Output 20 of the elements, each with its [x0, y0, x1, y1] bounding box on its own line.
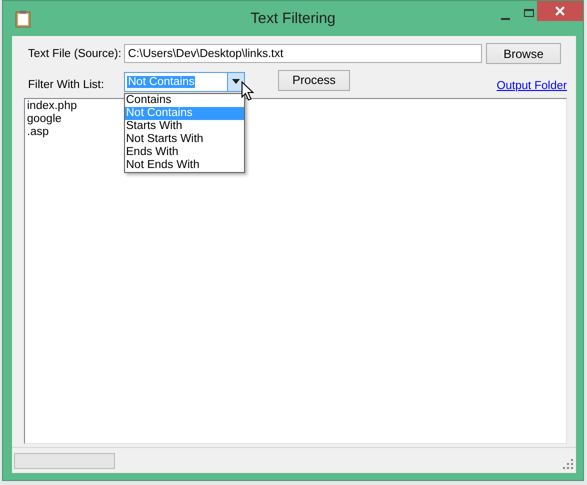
- dropdown-option[interactable]: Ends With: [125, 146, 244, 159]
- maximize-icon[interactable]: [521, 6, 537, 20]
- caret-icon: [232, 79, 240, 85]
- source-label: Text File (Source):: [28, 48, 122, 60]
- list-line: .asp: [27, 126, 49, 139]
- process-button[interactable]: Process: [278, 70, 350, 90]
- close-icon: [555, 6, 565, 16]
- dropdown-option[interactable]: Not Starts With: [125, 133, 244, 146]
- close-button[interactable]: [537, 1, 583, 21]
- list-line: index.php: [27, 100, 77, 113]
- resize-grip-icon[interactable]: [563, 459, 573, 469]
- output-folder-link[interactable]: Output Folder: [496, 80, 567, 92]
- clipboard-icon: [15, 10, 31, 28]
- source-field[interactable]: C:\Users\Dev\Desktop\links.txt: [124, 44, 482, 63]
- dropdown-option[interactable]: Starts With: [125, 120, 244, 133]
- window-title: Text Filtering: [250, 10, 336, 27]
- filter-label: Filter With List:: [28, 79, 106, 91]
- browse-button[interactable]: Browse: [486, 43, 561, 64]
- list-line: google: [27, 113, 62, 126]
- dropdown-option[interactable]: Not Ends With: [125, 159, 244, 172]
